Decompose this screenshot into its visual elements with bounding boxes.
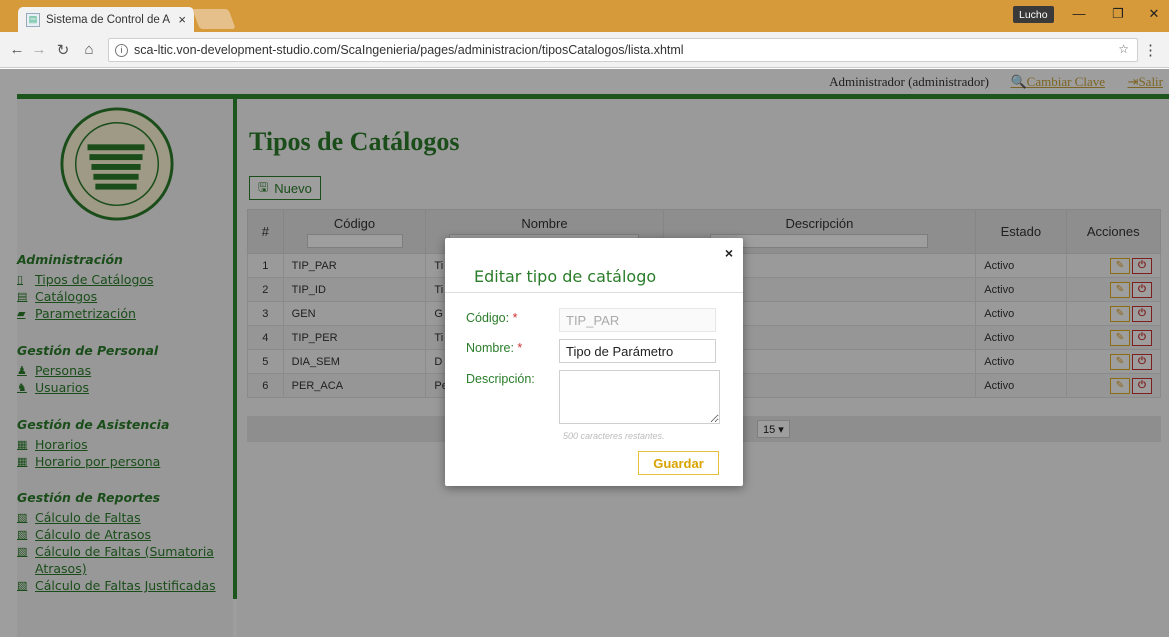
back-icon[interactable]: ← [8, 41, 26, 58]
dialog-title: Editar tipo de catálogo [474, 267, 657, 286]
codigo-label: Código: * [466, 311, 517, 325]
address-bar[interactable]: i sca-ltic.von-development-studio.com/Sc… [108, 38, 1138, 62]
char-counter: 500 caracteres restantes. [563, 431, 665, 441]
menu-icon[interactable]: ⋮ [1143, 41, 1158, 59]
favicon-icon: ▤ [26, 12, 40, 27]
required-mark: * [512, 311, 518, 325]
dialog-divider [445, 292, 743, 293]
browser-tabbar: ▤ Sistema de Control de A × Lucho — ❐ ✕ [0, 0, 1169, 32]
codigo-label-text: Código: [466, 311, 510, 325]
new-tab-button[interactable] [192, 9, 236, 29]
profile-badge[interactable]: Lucho [1013, 6, 1054, 23]
nombre-label: Nombre: * [466, 341, 522, 355]
close-icon[interactable]: × [725, 245, 733, 261]
close-window-button[interactable]: ✕ [1142, 6, 1166, 22]
tab-close-icon[interactable]: × [178, 12, 186, 27]
save-button[interactable]: Guardar [638, 451, 719, 475]
required-mark: * [517, 341, 523, 355]
address-text: sca-ltic.von-development-studio.com/ScaI… [134, 43, 684, 57]
browser-toolbar: ← → ↻ ⌂ i sca-ltic.von-development-studi… [0, 32, 1169, 68]
browser-tab[interactable]: ▤ Sistema de Control de A × [18, 7, 194, 32]
forward-icon[interactable]: → [30, 41, 48, 58]
info-icon[interactable]: i [115, 43, 128, 57]
descripcion-field[interactable] [559, 370, 720, 424]
home-icon[interactable]: ⌂ [80, 41, 98, 58]
codigo-field [559, 308, 716, 332]
maximize-button[interactable]: ❐ [1106, 6, 1130, 22]
reload-icon[interactable]: ↻ [54, 41, 72, 59]
nombre-field[interactable] [559, 339, 716, 363]
star-icon[interactable]: ☆ [1118, 42, 1129, 56]
edit-catalog-type-dialog: × Editar tipo de catálogo Código: * Nomb… [445, 238, 743, 486]
descripcion-label: Descripción: [466, 372, 535, 386]
tab-title: Sistema de Control de A [46, 13, 171, 26]
minimize-button[interactable]: — [1067, 6, 1091, 21]
nombre-label-text: Nombre: [466, 341, 514, 355]
